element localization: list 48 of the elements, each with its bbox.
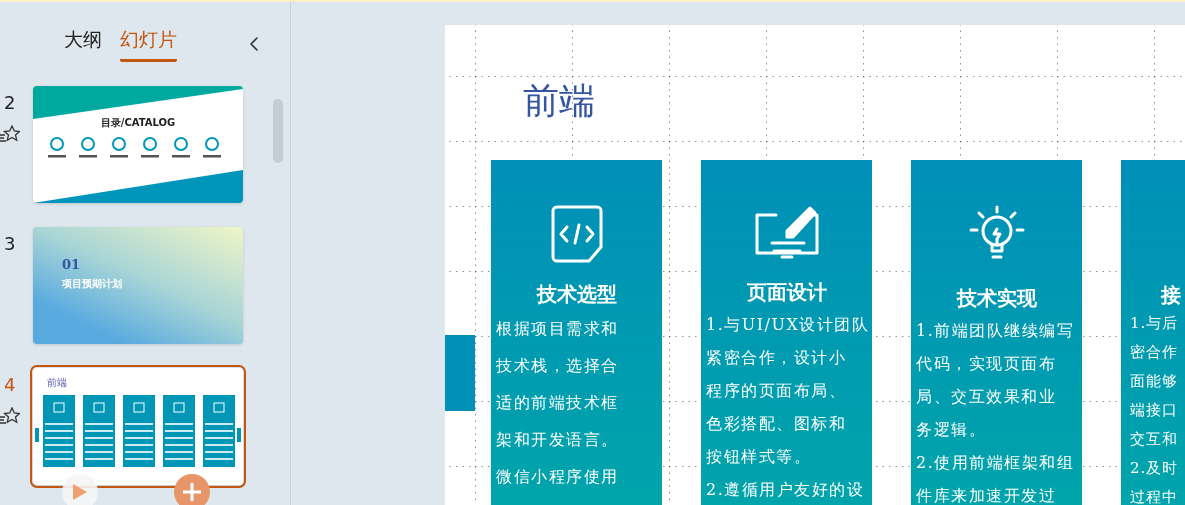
card-text-line: 按钮样式等。: [706, 446, 812, 468]
slide-number: 3: [3, 233, 16, 254]
card-text-line: 色彩搭配、图标和: [706, 413, 847, 435]
slide-title: 项目预期计划: [62, 277, 122, 291]
card-text-line: 技术栈，选择合: [496, 355, 620, 377]
card-title: 技术选型: [536, 281, 617, 308]
card-title: 接: [1159, 282, 1181, 309]
card-text-line: 代码，实现页面布: [916, 353, 1057, 375]
slide-number: 4: [3, 374, 16, 395]
slide-thumbnail[interactable]: 目录/CATALOG: [33, 86, 243, 203]
card-text-line: 密合作: [1130, 342, 1179, 363]
card-text-line: 1.与后: [1130, 313, 1180, 334]
card-text-line: 适的前端技术框: [496, 392, 620, 414]
card-text-line: 程序的页面布局、: [706, 380, 847, 402]
card-text-line: 件库来加速开发过: [916, 485, 1057, 505]
section-number: 01: [62, 257, 81, 272]
slide-number: 2: [3, 92, 16, 113]
slide-title: 前端: [523, 80, 595, 121]
star-icon[interactable]: [0, 125, 20, 143]
slide-thumbnail[interactable]: 01 项目预期计划: [33, 227, 243, 344]
card-text-line: 1.前端团队继续编写: [916, 320, 1076, 342]
slide-title: 目录/CATALOG: [99, 116, 177, 130]
card-text-line: 2.遵循用户友好的设: [706, 479, 866, 501]
panel-tab[interactable]: 大纲: [64, 26, 102, 62]
card-text-line: 紧密合作，设计小: [706, 347, 847, 369]
card-text-line: 1.与UI/UX设计团队: [706, 314, 868, 336]
card-title: 页面设计: [746, 279, 827, 306]
card-title: 技术实现: [956, 285, 1037, 312]
panel-tab[interactable]: 幻灯片: [120, 26, 177, 62]
card-text-line: 端接口: [1130, 400, 1179, 421]
star-icon[interactable]: [0, 407, 20, 425]
card-text-line: 过程中: [1130, 487, 1179, 505]
card-text-line: 面能够: [1130, 371, 1179, 392]
plus-icon: [183, 483, 201, 501]
monitor-pen-icon: [753, 205, 820, 261]
card-text-line: 微信小程序使用: [496, 466, 620, 488]
card-text-line: 局、交互效果和业: [916, 386, 1057, 408]
card-text-line: 2.使用前端框架和组: [916, 452, 1076, 474]
slide-thumbnail[interactable]: 前端: [33, 368, 243, 485]
card-text-line: 架和开发语言。: [496, 429, 620, 451]
card-text-line: 根据项目需求和: [496, 318, 620, 340]
scrollbar-thumb[interactable]: [273, 99, 283, 163]
card-text-line: 交互和: [1130, 429, 1179, 450]
card-text-line: 2.及时: [1130, 458, 1180, 479]
slide-title: 前端: [47, 376, 67, 390]
code-icon: [550, 205, 603, 263]
card-text-line: 务逻辑。: [916, 419, 987, 441]
play-icon: [73, 484, 87, 500]
